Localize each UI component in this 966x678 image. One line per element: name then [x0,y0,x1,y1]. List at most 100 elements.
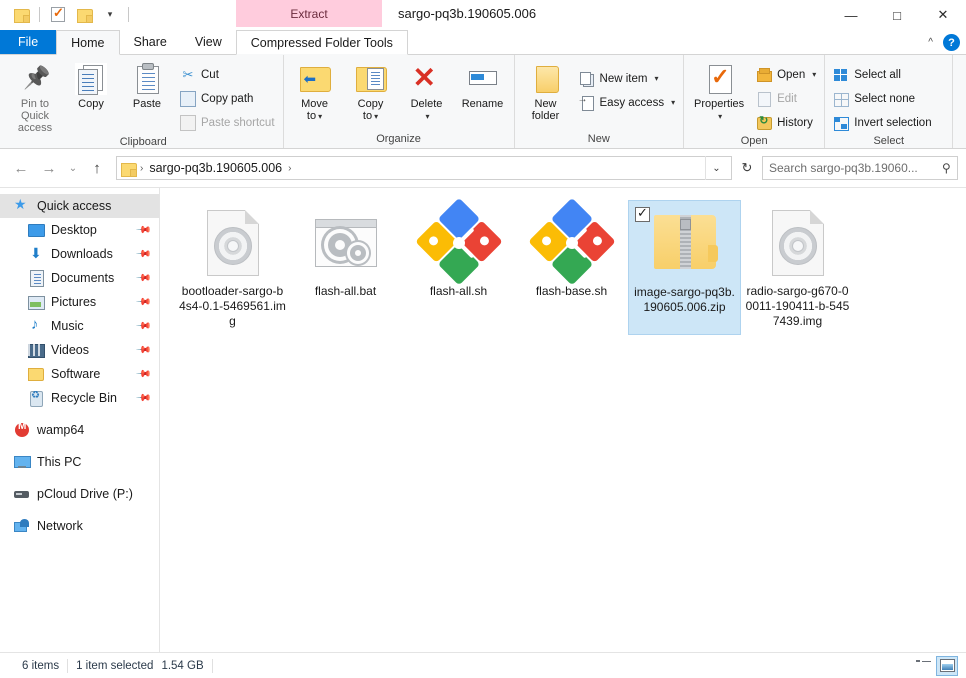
sidebar-item-music[interactable]: Music 📌 [0,314,159,338]
pin-to-quick-access-button[interactable]: Pin to Quick access [8,60,62,134]
sidebar-item-label: Software [51,367,101,381]
sidebar-item-pcloud-drive[interactable]: pCloud Drive (P:) [0,482,159,506]
easy-access-icon [578,94,595,111]
qat-properties-icon[interactable] [47,3,69,25]
cut-button[interactable]: ✂ Cut [176,64,279,85]
copy-to-button[interactable]: Copy to ▾ [344,60,398,123]
refresh-button[interactable]: ↻ [734,156,760,180]
search-input[interactable]: Search sargo-pq3b.19060... [769,161,942,175]
large-icons-view-button[interactable] [936,655,958,676]
file-item-radio[interactable]: radio-sargo-g670-00011-190411-b-5457439.… [741,200,854,335]
search-box[interactable]: Search sargo-pq3b.19060... ⚲ [762,156,958,180]
copy-button[interactable]: Copy [64,60,118,110]
tab-compressed-folder-tools[interactable]: Compressed Folder Tools [235,30,408,55]
delete-button[interactable]: Delete ▾ [400,60,454,123]
delete-icon [411,61,443,95]
sidebar-item-documents[interactable]: Documents 📌 [0,266,159,290]
invert-selection-button[interactable]: Invert selection [829,112,935,133]
new-folder-icon [530,63,562,95]
select-all-button[interactable]: Select all [829,64,935,85]
pin-icon[interactable]: 📌 [134,270,151,287]
file-item-image-zip[interactable]: image-sargo-pq3b.190605.006.zip [628,200,741,335]
sidebar-item-network[interactable]: Network [0,514,159,538]
pin-icon[interactable]: 📌 [134,294,151,311]
tab-view[interactable]: View [180,30,236,54]
sidebar-item-software[interactable]: Software 📌 [0,362,159,386]
rename-button[interactable]: Rename [456,60,510,110]
qat-folder-icon[interactable] [10,3,32,25]
pin-icon[interactable]: 📌 [134,318,151,335]
sidebar-item-wamp64[interactable]: wamp64 [0,418,159,442]
cut-label: Cut [201,68,219,81]
pin-icon[interactable]: 📌 [134,390,151,407]
collapse-ribbon-icon[interactable]: ^ [928,37,933,48]
address-dropdown-button[interactable]: ⌄ [705,156,727,180]
sidebar-item-videos[interactable]: Videos 📌 [0,338,159,362]
sidebar-item-desktop[interactable]: Desktop 📌 [0,218,159,242]
rename-icon [467,63,499,95]
paste-button[interactable]: Paste [120,60,174,110]
sidebar-item-pictures[interactable]: Pictures 📌 [0,290,159,314]
paste-shortcut-button[interactable]: Paste shortcut [176,112,279,133]
qat-new-folder-icon[interactable] [73,3,95,25]
minimize-button[interactable]: — [828,0,874,30]
ribbon-group-clipboard: Pin to Quick access Copy Paste ✂ Cut [4,55,283,148]
rename-label: Rename [461,98,504,110]
pin-icon[interactable]: 📌 [134,342,151,359]
address-input[interactable]: › sargo-pq3b.190605.006 › ⌄ [116,156,732,180]
sidebar-item-recycle-bin[interactable]: Recycle Bin 📌 [0,386,159,410]
details-view-button[interactable] [912,656,934,676]
tab-file[interactable]: File [0,30,57,54]
new-item-label: New item [599,72,648,85]
open-button[interactable]: Open ▾ [752,64,820,85]
file-item-flash-all-bat[interactable]: flash-all.bat [289,200,402,335]
pin-icon[interactable]: 📌 [134,246,151,263]
sidebar-item-this-pc[interactable]: This PC [0,450,159,474]
ribbon-filler [952,55,966,148]
edit-button[interactable]: Edit [752,88,820,109]
forward-button[interactable]: → [36,155,62,181]
zip-archive-icon [648,205,722,283]
file-item-bootloader[interactable]: bootloader-sargo-b4s4-0.1-5469561.img [176,200,289,335]
pin-icon[interactable]: 📌 [134,222,151,239]
maximize-button[interactable]: □ [874,0,920,30]
ribbon-group-title-organize: Organize [376,133,421,145]
pin-icon[interactable]: 📌 [134,366,151,383]
tab-share[interactable]: Share [119,30,181,54]
invert-selection-label: Invert selection [854,116,932,129]
easy-access-button[interactable]: Easy access ▾ [575,92,680,113]
ribbon-group-title-select: Select [873,135,905,147]
network-icon [14,518,30,534]
tab-home[interactable]: Home [56,30,120,55]
chevron-down-icon: ▾ [318,112,323,121]
file-item-flash-base-sh[interactable]: flash-base.sh [515,197,628,335]
breadcrumb-separator[interactable]: › [288,163,291,174]
move-to-button[interactable]: Move to▾ [288,60,342,123]
star-icon [14,196,30,214]
help-icon[interactable]: ? [943,34,960,51]
close-button[interactable]: ✕ [920,0,966,30]
invert-selection-icon [833,115,850,131]
file-item-flash-all-sh[interactable]: flash-all.sh [402,197,515,335]
status-separator [211,658,213,673]
sidebar-item-downloads[interactable]: Downloads 📌 [0,242,159,266]
breadcrumb-item-0[interactable]: sargo-pq3b.190605.006 [147,161,284,175]
history-button[interactable]: History [752,112,820,133]
qat-customize-dropdown[interactable]: ▾ [99,3,121,25]
chevron-down-icon: ▾ [718,112,723,121]
select-none-button[interactable]: Select none [829,88,935,109]
chevron-down-icon: ▾ [107,8,113,19]
desktop-icon [28,222,45,238]
sidebar-item-label: This PC [37,455,82,469]
sidebar-item-quick-access[interactable]: Quick access [0,194,159,218]
up-button[interactable]: ↑ [84,155,110,181]
new-item-button[interactable]: New item ▾ [575,68,680,89]
copy-path-button[interactable]: Copy path [176,88,279,109]
properties-button[interactable]: Properties ▾ [688,60,750,123]
file-list-pane[interactable]: bootloader-sargo-b4s4-0.1-5469561.img fl… [160,188,966,652]
back-button[interactable]: ← [8,155,34,181]
copy-label: Copy [78,98,104,110]
recent-locations-button[interactable]: ⌄ [64,155,82,181]
new-folder-button[interactable]: New folder [519,60,573,122]
delete-label: Delete [410,98,443,110]
